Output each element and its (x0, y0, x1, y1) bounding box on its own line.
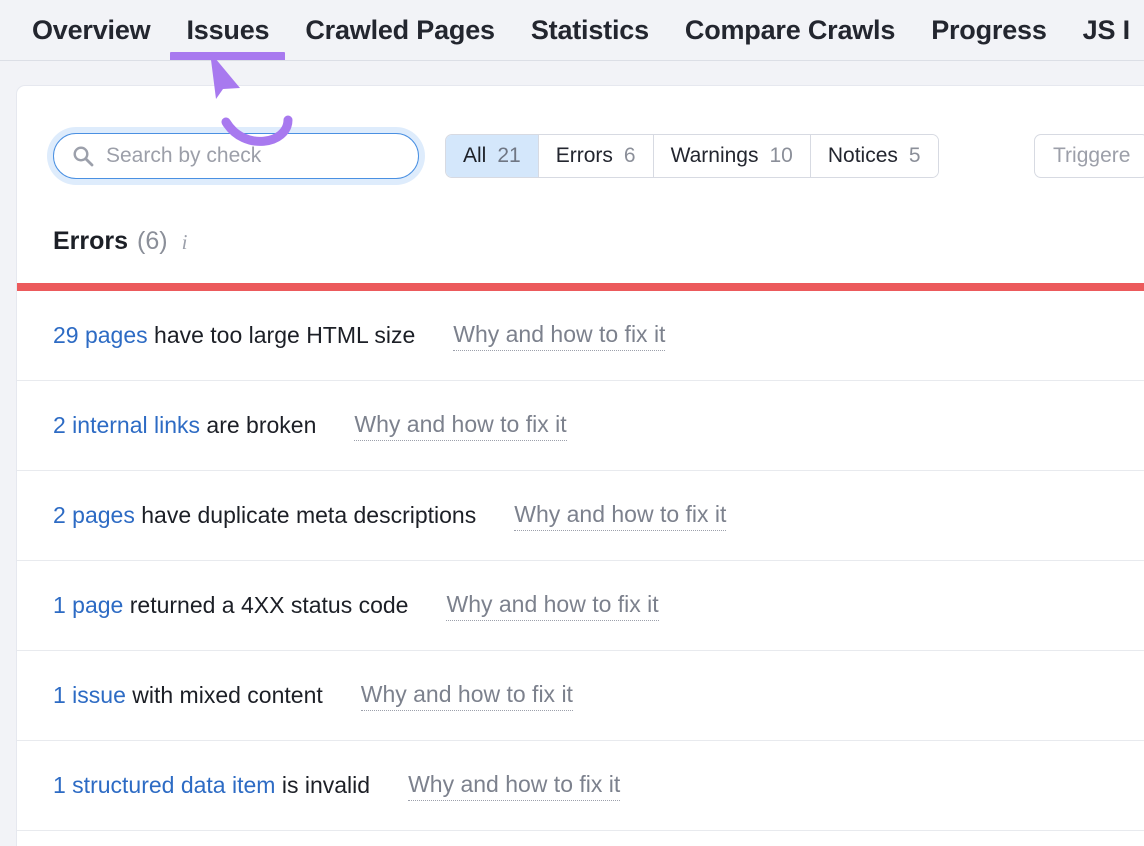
section-title: Errors (53, 227, 128, 256)
filter-notices[interactable]: Notices 5 (811, 135, 938, 177)
tab-js-i[interactable]: JS I (1065, 0, 1144, 61)
why-and-how-to-fix-link[interactable]: Why and how to fix it (453, 321, 665, 351)
issues-toolbar: All 21 Errors 6 Warnings 10 Notices 5 Triggere (17, 86, 1144, 208)
filter-all[interactable]: All 21 (446, 135, 539, 177)
triggered-filter-button[interactable]: Triggere (1034, 134, 1144, 178)
why-and-how-to-fix-link[interactable]: Why and how to fix it (354, 411, 566, 441)
issue-description: 1 issue with mixed content (53, 682, 323, 709)
filter-warnings[interactable]: Warnings 10 (654, 135, 811, 177)
issue-count-link[interactable]: 29 pages (53, 322, 148, 348)
issue-description: 2 internal links are broken (53, 412, 316, 439)
issue-count-link[interactable]: 1 structured data item (53, 772, 275, 798)
issue-text: is invalid (275, 772, 370, 798)
tab-issues[interactable]: Issues (168, 0, 287, 61)
filter-label: Warnings (671, 144, 759, 168)
section-count: (6) (137, 227, 168, 256)
issue-filter-group: All 21 Errors 6 Warnings 10 Notices 5 (445, 134, 939, 178)
errors-section-header: Errors (6) i (53, 227, 187, 256)
search-box[interactable] (53, 133, 419, 179)
issue-description: 1 page returned a 4XX status code (53, 592, 408, 619)
why-and-how-to-fix-link[interactable]: Why and how to fix it (361, 681, 573, 711)
why-and-how-to-fix-link[interactable]: Why and how to fix it (408, 771, 620, 801)
filter-label: All (463, 144, 486, 168)
tab-overview[interactable]: Overview (14, 0, 168, 61)
issue-row: 1 issue with mixed content Why and how to… (17, 651, 1144, 741)
issue-description: 1 structured data item is invalid (53, 772, 370, 799)
severity-bar-error (17, 283, 1144, 291)
issue-row: 1 page returned a 4XX status code Why and… (17, 561, 1144, 651)
issue-row: 1 structured data item is invalid Why and… (17, 741, 1144, 831)
filter-errors[interactable]: Errors 6 (539, 135, 654, 177)
issues-card: All21Errors6Warnings10Notices5 Triggere … (16, 85, 1144, 846)
app-root: Overview Issues Crawled Pages Statistics Com… (0, 0, 1144, 846)
filter-count: 6 (624, 144, 636, 168)
issue-text: with mixed content (126, 682, 323, 708)
issue-count-link[interactable]: 2 internal links (53, 412, 200, 438)
issue-text: are broken (200, 412, 316, 438)
issue-count-link[interactable]: 1 page (53, 592, 123, 618)
issue-count-link[interactable]: 1 issue (53, 682, 126, 708)
filter-label: Notices (828, 144, 898, 168)
tab-label: Compare Crawls (685, 15, 895, 45)
tab-progress[interactable]: Progress (913, 0, 1064, 61)
tab-statistics[interactable]: Statistics (513, 0, 667, 61)
search-input[interactable] (106, 144, 400, 168)
issue-text: have too large HTML size (148, 322, 416, 348)
tab-crawled-pages[interactable]: Crawled Pages (287, 0, 513, 61)
tab-compare-crawls[interactable]: Compare Crawls (667, 0, 913, 61)
tab-label: Crawled Pages (305, 15, 495, 45)
filter-count: 21 (497, 144, 520, 168)
search-icon (72, 145, 94, 167)
why-and-how-to-fix-link[interactable]: Why and how to fix it (446, 591, 658, 621)
info-icon[interactable]: i (182, 230, 188, 255)
triggered-label: Triggere (1053, 144, 1130, 168)
issue-count-link[interactable]: 2 pages (53, 502, 135, 528)
tab-label: Overview (32, 15, 150, 45)
main-tab-bar: Overview Issues Crawled Pages Statistics Com… (0, 0, 1144, 61)
tab-label: JS I (1083, 15, 1130, 45)
issue-description: 29 pages have too large HTML size (53, 322, 415, 349)
issues-list: 29 pages have too large HTML size Why and… (17, 291, 1144, 831)
issue-text: returned a 4XX status code (123, 592, 408, 618)
why-and-how-to-fix-link[interactable]: Why and how to fix it (514, 501, 726, 531)
issue-text: have duplicate meta descriptions (135, 502, 476, 528)
filter-count: 10 (769, 144, 792, 168)
tab-label: Issues (186, 15, 269, 45)
filter-label: Errors (556, 144, 613, 168)
tab-label: Statistics (531, 15, 649, 45)
issue-row: 2 pages have duplicate meta descriptions… (17, 471, 1144, 561)
filter-count: 5 (909, 144, 921, 168)
tab-label: Progress (931, 15, 1046, 45)
issue-row: 2 internal links are broken Why and how t… (17, 381, 1144, 471)
issue-row: 29 pages have too large HTML size Why and… (17, 291, 1144, 381)
issue-description: 2 pages have duplicate meta descriptions (53, 502, 476, 529)
